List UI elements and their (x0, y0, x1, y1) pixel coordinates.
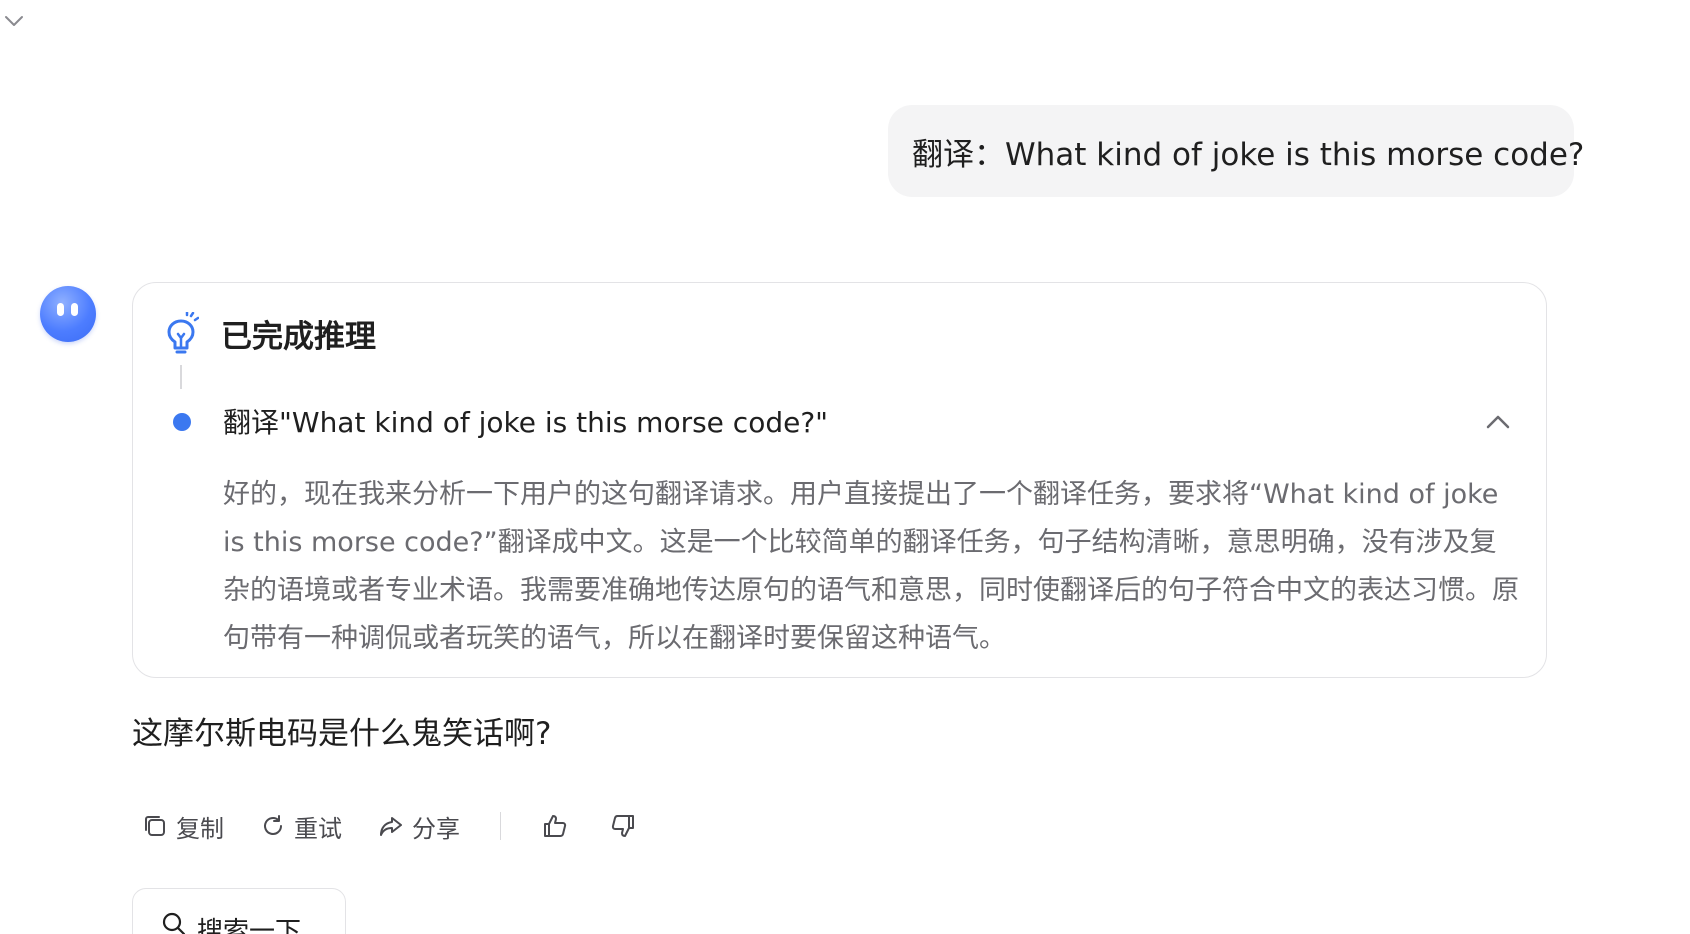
search-icon (162, 912, 186, 934)
share-label: 分享 (412, 814, 460, 843)
avatar-eye-left (57, 303, 64, 316)
search-label: 搜索一下 (197, 917, 302, 934)
thumbs-down-icon (611, 815, 634, 837)
user-message-bubble: 翻译：What kind of joke is this morse code? (888, 105, 1584, 197)
copy-button[interactable]: 复制 (142, 809, 224, 844)
chat-page: 翻译：What kind of joke is this morse code?… (0, 0, 1690, 934)
assistant-avatar (40, 286, 96, 342)
reasoning-header[interactable]: 已完成推理 (163, 311, 376, 356)
dislike-button[interactable] (609, 812, 637, 840)
copy-label: 复制 (176, 814, 224, 843)
chevron-up-icon[interactable] (1484, 411, 1512, 431)
share-icon (380, 817, 402, 836)
share-button[interactable]: 分享 (378, 809, 460, 844)
action-divider (500, 812, 501, 840)
thumbs-up-icon (544, 815, 567, 837)
copy-icon (145, 816, 165, 836)
refresh-icon (264, 815, 282, 835)
search-suggestion-button[interactable]: 搜索一下 (132, 888, 346, 934)
chevron-down-icon[interactable] (4, 14, 24, 28)
step-dot (173, 413, 191, 431)
retry-button[interactable]: 重试 (260, 809, 342, 844)
like-button[interactable] (541, 812, 569, 840)
avatar-eye-right (71, 303, 78, 316)
lightbulb-icon (167, 311, 199, 353)
reasoning-title: 已完成推理 (221, 319, 376, 355)
message-action-bar: 复制 重试 分享 (142, 808, 677, 844)
assistant-answer-text: 这摩尔斯电码是什么鬼笑话啊? (132, 716, 552, 752)
reasoning-card: 已完成推理 翻译"What kind of joke is this morse… (132, 282, 1547, 678)
retry-label: 重试 (294, 814, 342, 843)
reasoning-body-text: 好的，现在我来分析一下用户的这句翻译请求。用户直接提出了一个翻译任务，要求将“W… (223, 479, 1519, 654)
reasoning-step-title: 翻译"What kind of joke is this morse code?… (223, 406, 829, 439)
user-message-text: 翻译：What kind of joke is this morse code? (912, 136, 1585, 173)
timeline-line (180, 365, 182, 389)
